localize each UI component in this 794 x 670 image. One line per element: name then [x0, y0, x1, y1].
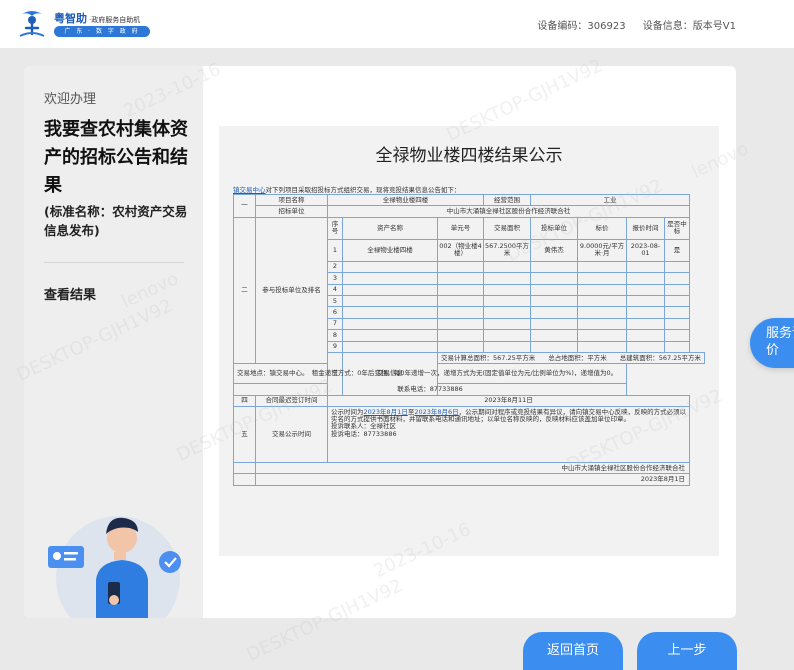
table-row: 四 合同最迟签订时间 2023年8月11日 — [233, 394, 705, 408]
table-row: 中山市大涌镇全禄社区股份合作经济联合社 — [233, 462, 705, 475]
home-button[interactable]: 返回首页 — [523, 632, 623, 670]
service-title: 我要查农村集体资产的招标公告和结果 — [44, 119, 188, 196]
logo-title: 粤智助 ·政府服务自助机 — [54, 12, 141, 25]
document-title: 全禄物业楼四楼结果公示 — [375, 146, 563, 166]
back-button[interactable]: 上一步 — [637, 632, 737, 670]
device-version: 设备信息：版本号V1 — [642, 21, 736, 32]
device-code: 设备编码：306923 — [537, 21, 626, 32]
step-label: 查看结果 — [44, 288, 97, 303]
table-row: 联系电话：87733886 — [232, 383, 705, 396]
welcome-text: 欢迎办理 — [44, 92, 97, 107]
main-panel: 欢迎办理 我要查农村集体资产的招标公告和结果 (标准名称：农村资产交易信息发布)… — [24, 66, 736, 618]
logo-mark-icon — [19, 11, 45, 37]
table-row: 一 项目名称 全禄物业楼四楼 经营范围 工业 — [233, 193, 705, 218]
document-intro: 镇交易中心对下列项目采取招投标方式组织交易，现将竞投结果信息公告如下： — [233, 186, 461, 194]
person-illustration-icon — [48, 516, 181, 618]
service-evaluation-button[interactable]: 服务评价 — [750, 318, 794, 368]
left-column: 欢迎办理 我要查农村集体资产的招标公告和结果 (标准名称：农村资产交易信息发布)… — [24, 66, 203, 618]
table-row: 2023年8月1日 — [233, 473, 705, 486]
top-bar: 粤智助 ·政府服务自助机 广 东 · 数 字 政 府 设备编码：306923 设备… — [0, 0, 794, 48]
logo: 粤智助 ·政府服务自助机 广 东 · 数 字 政 府 — [18, 6, 168, 42]
standard-name: (标准名称：农村资产交易信息发布) — [44, 204, 188, 238]
document-viewer[interactable]: 全禄物业楼四楼结果公示 镇交易中心对下列项目采取招投标方式组织交易，现将竞投结果… — [219, 126, 719, 556]
table-row: 二 参与投标单位及排名 序号 资产名称 单元号 交易面积 投标单位 标价 报价时… — [233, 216, 705, 365]
table-row: 交易地点：镇交易中心。 租金递增方式：0年后变租，每0年递增一次，递增方式为无(… — [232, 363, 705, 385]
table-row: 招标单位 中山市大涌镇全禄社区股份合作经济联合社 — [234, 205, 705, 218]
result-table: 一 项目名称 全禄物业楼四楼 经营范围 工业 招标单位 中山市大涌镇全禄社区股份… — [232, 193, 705, 486]
device-info: 设备编码：306923 设备信息：版本号V1 — [537, 17, 736, 32]
divider — [44, 262, 184, 263]
contact-phone: 投诉电话：87733886 — [331, 429, 397, 438]
logo-subtitle: 广 东 · 数 字 政 府 — [54, 26, 150, 37]
table-row: 五 交易公示时间 公示时间为2023年8月1日至2023年8月6日，公示期间对程… — [233, 406, 705, 464]
